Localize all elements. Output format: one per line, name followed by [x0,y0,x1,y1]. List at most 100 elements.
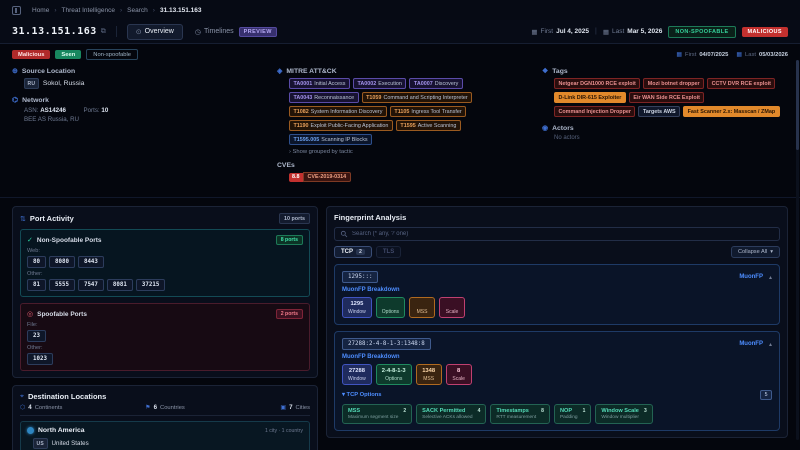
port-chip[interactable]: 1023 [27,353,53,365]
port-chip[interactable]: 37215 [136,279,165,291]
fingerprint-value-chip[interactable]: 1295::: [342,271,378,283]
collapse-all-button[interactable]: Collapse All ▾ [731,246,780,258]
port-chip[interactable]: 23 [27,330,46,342]
sidebar-toggle-icon[interactable] [12,6,21,15]
mss-chip: MSS [409,297,435,318]
continents-stat: ⬡ 4Continents [20,404,117,411]
mitre-chip[interactable]: TA0043Reconnaissance [289,92,359,103]
network-org: BEE AS Russia, RU [12,116,267,123]
page-scrollbar[interactable] [796,60,799,440]
globe-icon: ⊕ [12,67,18,75]
overview-summary: ⊕ Source Location RU Sokol, Russia ⌬ Net… [0,63,800,198]
breadcrumb-item-ip: 31.13.151.163 [160,7,202,14]
ip-header-bar: 31.13.151.163 ⧉ ⊙ Overview ◷ Timelines P… [0,20,800,44]
mitre-chip[interactable]: T1059Command and Scripting Interpreter [362,92,473,103]
fingerprint-search-input[interactable] [352,231,774,237]
network-block: ⌬ Network ASN: AS14246 Ports: 10 BEE AS … [12,96,267,123]
calendar-icon: ▦ [531,28,537,36]
breadcrumb-separator: › [120,7,122,14]
tcp-option-chip: SACK PermittedSelective ACKs allowed 4 [416,404,486,424]
divider: | [595,28,597,35]
scale-chip: Scale [439,297,465,318]
options-chip: Options [376,297,405,318]
chevron-up-icon[interactable]: ▴ [769,341,772,348]
tag-chip[interactable]: Command Injection Dropper [554,106,635,117]
breadcrumb-separator: › [54,7,56,14]
port-chip[interactable]: 81 [27,279,46,291]
chevron-down-icon: ▾ [770,249,773,255]
tag-chip[interactable]: CCTV DVR RCE exploit [707,78,775,89]
continent-card-north-america: North America 1 city · 1 country US Unit… [20,421,310,450]
port-chip[interactable]: 8443 [78,256,104,268]
port-chip[interactable]: 7547 [78,279,104,291]
location-pin-icon: ⌖ [20,393,24,401]
mitre-icon: ◈ [277,67,282,75]
tag-chip[interactable]: Eir WAN Side RCE Exploit [629,92,705,103]
last-seen-meta: ▦ LastMar 5, 2026 [603,28,663,36]
tcp-options-count-badge: 5 [760,390,772,400]
ports-label: Ports: [83,107,99,114]
mitre-chip[interactable]: T1105Ingress Tool Transfer [390,106,466,117]
breadcrumb-item-home[interactable]: Home [32,7,49,14]
status-row: Malicious Seen Non-spoofable ▦ First04/0… [0,44,800,63]
port-chip[interactable]: 80 [27,256,46,268]
mitre-chip[interactable]: TA0001Initial Access [289,78,350,89]
total-ports-badge: 10 ports [279,213,310,224]
chevron-up-icon[interactable]: ▴ [769,274,772,281]
mitre-chip[interactable]: TA0002Execution [353,78,406,89]
scale-chip: 8Scale [446,364,472,385]
tcp-option-chip: TimestampsRTT measurement 8 [490,404,550,424]
fingerprint-value-chip[interactable]: 27288:2-4-8-1-3:1348:8 [342,338,431,350]
breakdown-title: MuonFP Breakdown [342,287,772,293]
tcp-option-chip: Window ScaleWindow multiplier 3 [595,404,652,424]
source-location-title: Source Location [22,68,75,75]
other-ports-label: Other: [27,271,303,277]
mitre-chip[interactable]: T1595.005Scanning IP Blocks [289,134,372,145]
scrollbar-thumb[interactable] [796,60,799,150]
tab-overview-label: Overview [145,28,174,35]
network-icon: ⌬ [12,96,18,104]
web-ports-label: Web: [27,248,303,254]
options-chip: 2-4-8-1-3Options [376,364,412,385]
non-spoofable-ports-section: ✓ Non-Spoofable Ports 8 ports Web: 80 80… [20,229,310,297]
filter-chip-tcp[interactable]: TCP 2 [334,246,372,258]
calendar-icon: ▦ [736,51,742,58]
filter-chip-tls: TLS [376,246,401,258]
port-chip[interactable]: 8080 [49,256,75,268]
cve-item: 8.8 CVE-2019-0314 [277,172,532,182]
countries-stat: ⚑ 6Countries [117,404,214,411]
tag-chip[interactable]: Fast Scanner 2.x: Masscan / ZMap [683,106,779,117]
cve-id-chip[interactable]: CVE-2019-0314 [303,172,352,182]
breakdown-title: MuonFP Breakdown [342,354,772,360]
breadcrumb-item-search[interactable]: Search [127,7,148,14]
show-grouped-link[interactable]: › Show grouped by tactic [289,149,353,155]
tag-chip[interactable]: Mozi botnet dropper [643,78,704,89]
fingerprint-card: 27288:2-4-8-1-3:1348:8 MuonFP ▴ MuonFP B… [334,331,780,431]
seen-badge: Seen [55,50,81,59]
tab-timelines[interactable]: ◷ Timelines PREVIEW [187,24,285,40]
port-chip[interactable]: 8081 [107,279,133,291]
tab-overview[interactable]: ⊙ Overview [127,24,183,40]
non-spoofable-pill: NON-SPOOFABLE [668,26,735,38]
tag-icon: ❖ [542,67,548,75]
port-chip[interactable]: 5555 [49,279,75,291]
top-navigation-bar: Home › Threat Intelligence › Search › 31… [0,0,800,20]
breadcrumb-item-threat-intelligence[interactable]: Threat Intelligence [62,7,115,14]
asn-value[interactable]: AS14246 [40,107,66,114]
muonfp-link[interactable]: MuonFP [739,274,763,280]
copy-icon[interactable]: ⧉ [101,28,106,36]
mitre-chip[interactable]: TA0007Discovery [409,78,462,89]
tag-chip[interactable]: Targets AWS [638,106,680,117]
tag-chip[interactable]: D-Link DIR-615 Exploiter [554,92,626,103]
muonfp-link[interactable]: MuonFP [739,341,763,347]
tag-chip[interactable]: Netgear DGN1000 RCE exploit [554,78,640,89]
mitre-chip[interactable]: T1595Active Scanning [396,120,461,131]
mitre-chip[interactable]: T1190Exploit Public-Facing Application [289,120,393,131]
destination-locations-panel: ⌖ Destination Locations ⬡ 4Continents ⚑ … [12,385,318,450]
cve-score-badge: 8.8 [289,173,303,182]
continent-summary: 1 city · 1 country [265,428,303,434]
continent-icon: ⬡ [20,404,25,411]
cves-block: CVEs 8.8 CVE-2019-0314 [277,162,532,182]
tcp-options-toggle[interactable]: ▾ TCP Options [342,392,382,398]
mitre-chip[interactable]: T1082System Information Discovery [289,106,387,117]
